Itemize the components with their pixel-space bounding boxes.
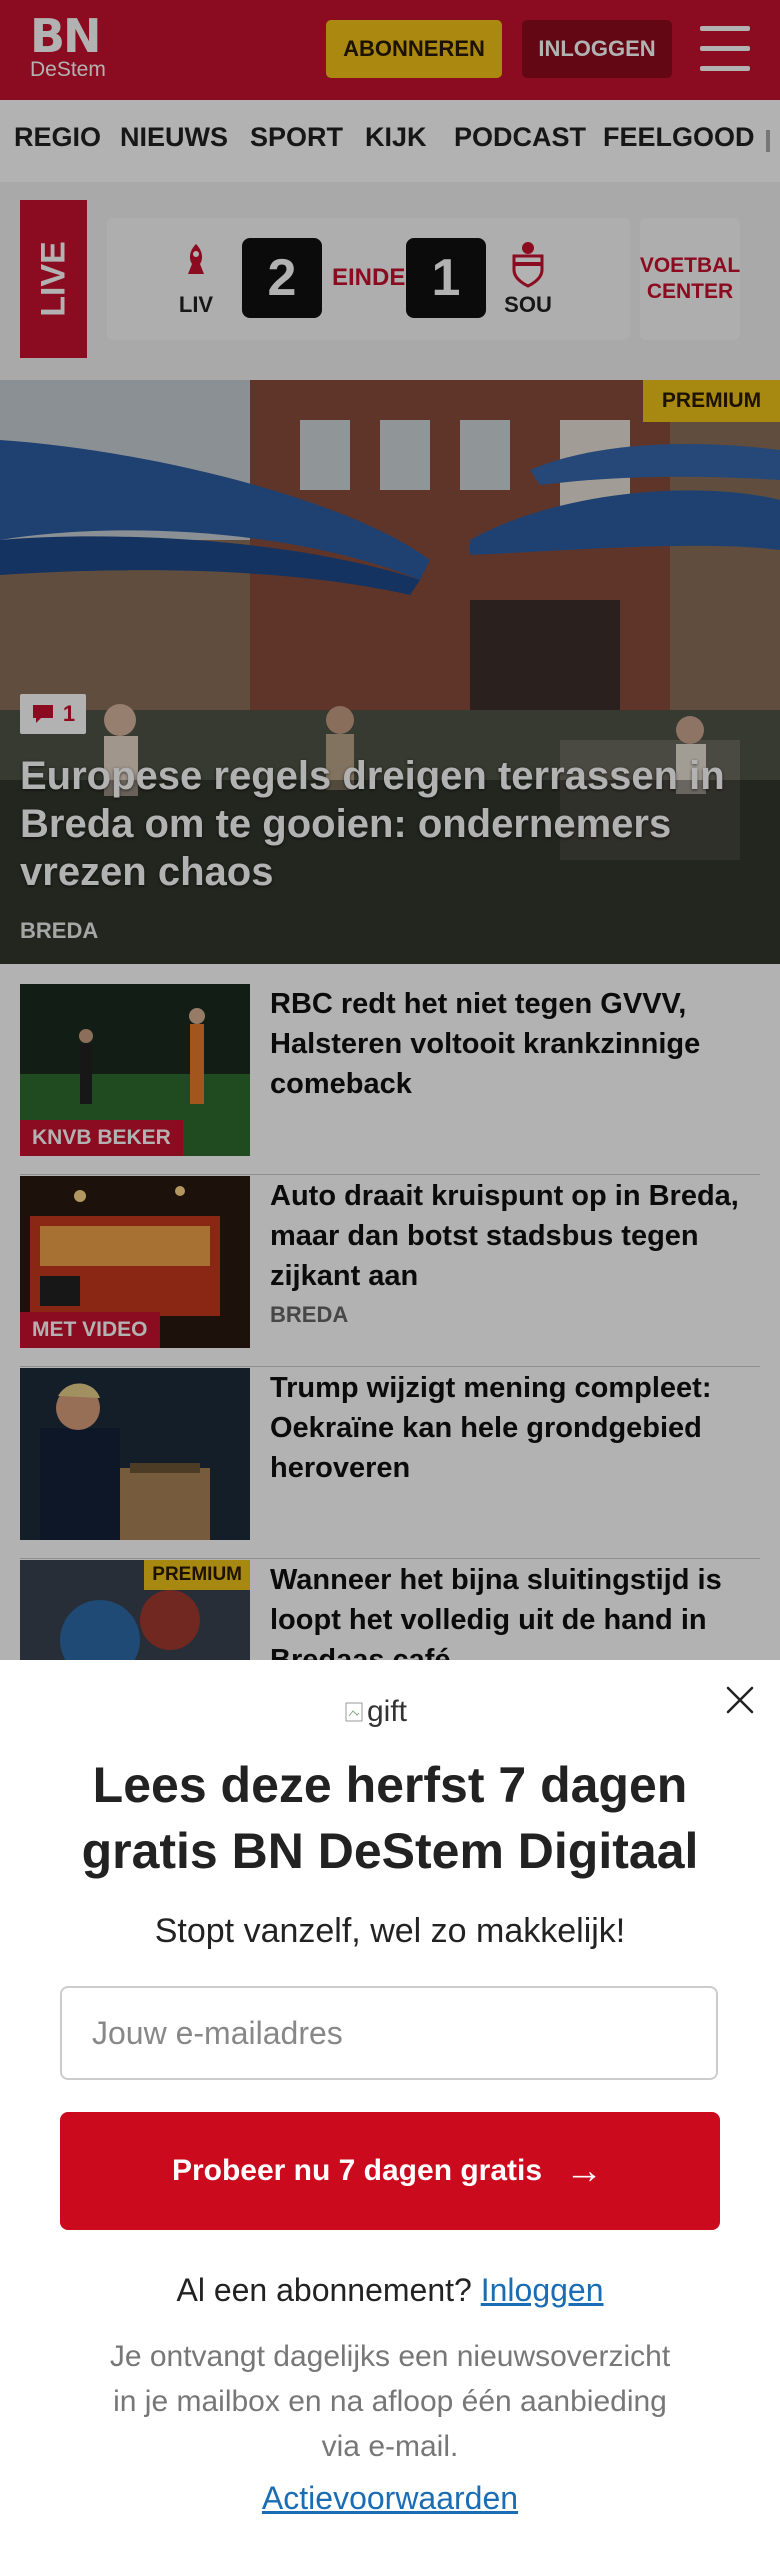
close-icon[interactable] xyxy=(722,1682,758,1718)
info-text: Je ontvangt dagelijks een nieuwsoverzich… xyxy=(109,2340,671,2463)
broken-image-icon xyxy=(345,1702,363,1722)
login-link[interactable]: Inloggen xyxy=(481,2272,604,2308)
login-prompt-text: Al een abonnement? xyxy=(176,2272,472,2308)
login-prompt: Al een abonnement? Inloggen xyxy=(40,2272,740,2309)
modal-subtitle: Stopt vanzelf, wel zo makkelijk! xyxy=(154,1912,626,1950)
modal-title: Lees deze herfst 7 dagen gratis BN DeSte… xyxy=(81,1757,699,1879)
terms-link[interactable]: Actievoorwaarden xyxy=(40,2480,740,2517)
gift-alt-text: gift xyxy=(367,1695,408,1728)
email-field[interactable] xyxy=(60,1986,718,2080)
trial-cta-button[interactable]: Probeer nu 7 dagen gratis → xyxy=(60,2112,720,2230)
cta-label: Probeer nu 7 dagen gratis xyxy=(171,2154,543,2187)
gift-icon: gift xyxy=(345,1692,435,1732)
modal-backdrop[interactable] xyxy=(0,0,780,1660)
arrow-right-icon: → xyxy=(565,2149,604,2192)
